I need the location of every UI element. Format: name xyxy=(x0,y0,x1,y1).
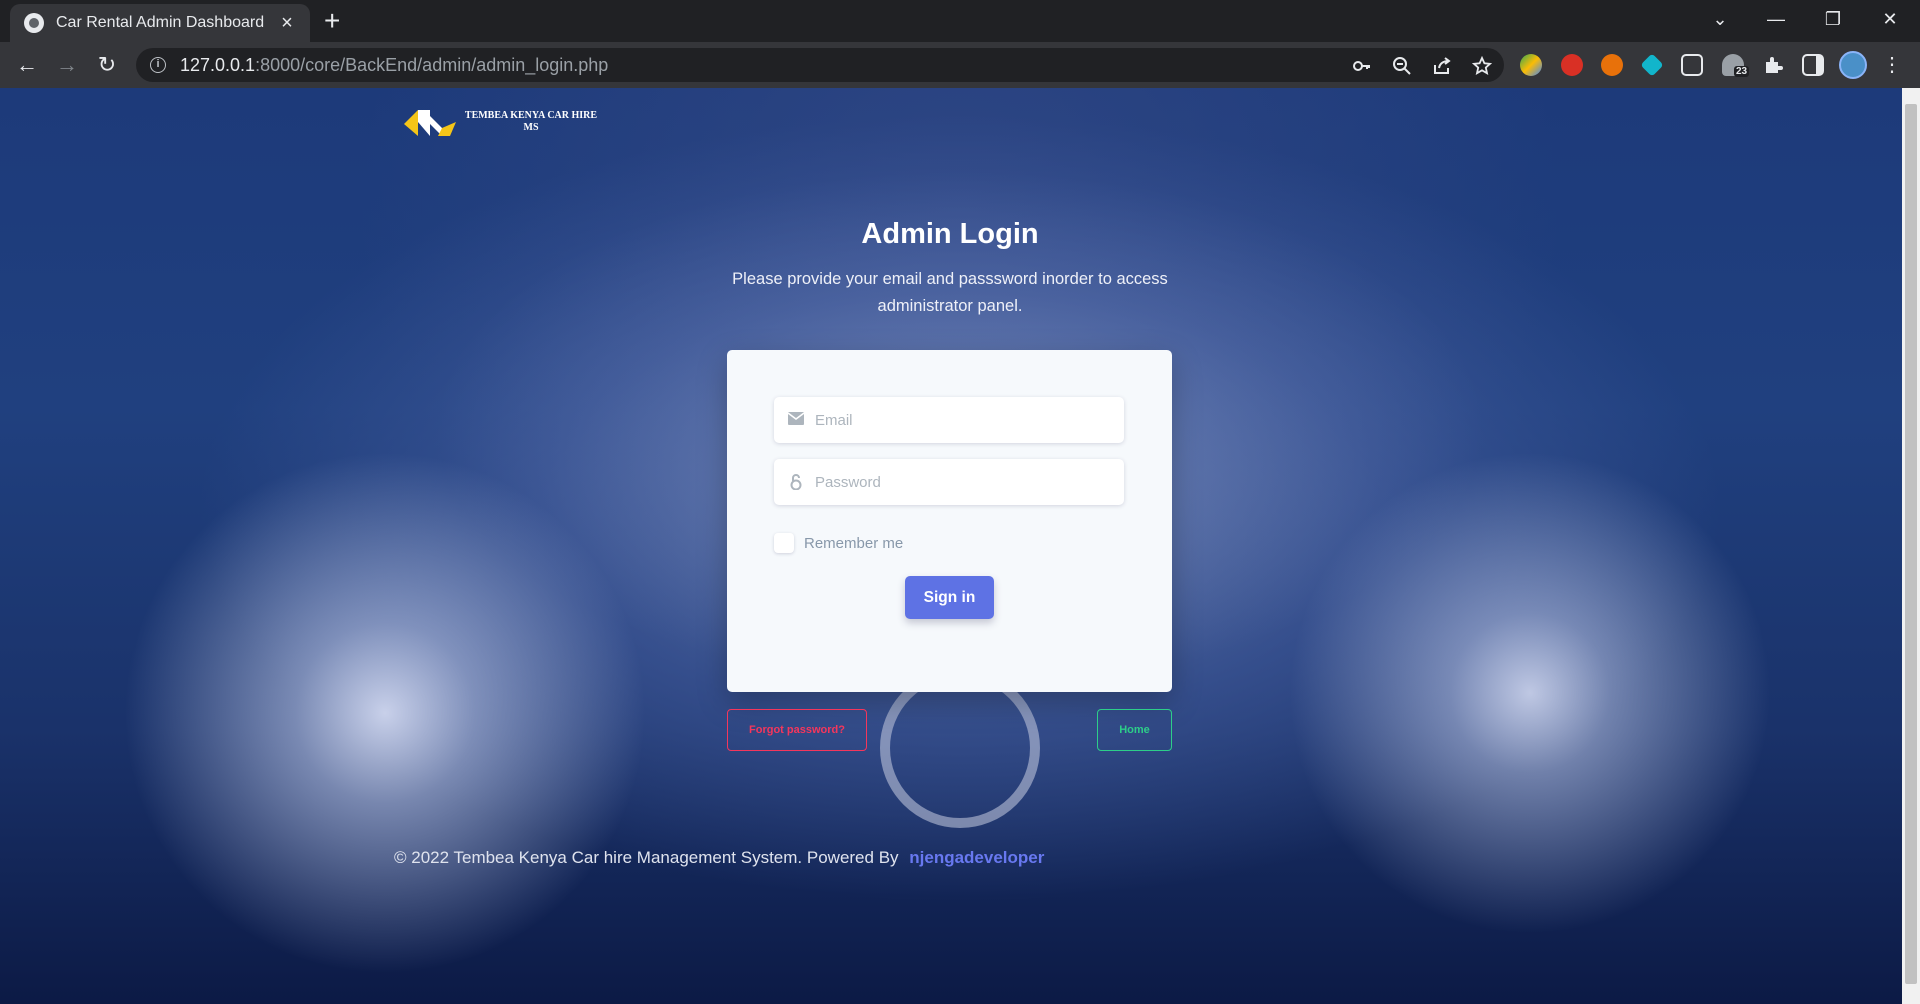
new-tab-button[interactable]: + xyxy=(324,7,340,35)
email-placeholder: Email xyxy=(815,411,853,429)
password-field[interactable]: Password xyxy=(774,459,1124,505)
extension-hand-icon[interactable] xyxy=(1561,54,1583,76)
extension-count-badge: 23 xyxy=(1734,66,1750,77)
extension-cookie-icon[interactable] xyxy=(1601,54,1623,76)
minimize-window-icon[interactable]: — xyxy=(1756,4,1796,34)
login-card: Email Password Remember me Sign in xyxy=(727,350,1172,692)
extensions-puzzle-icon[interactable] xyxy=(1762,54,1784,76)
forgot-password-button[interactable]: Forgot password? xyxy=(727,709,867,751)
logo-text: TEMBEA KENYA CAR HIRE MS xyxy=(464,110,598,133)
car-emblem-decoration xyxy=(880,668,1040,828)
logo-mark-icon xyxy=(404,106,456,136)
extension-shield-icon[interactable]: 23 xyxy=(1722,54,1750,77)
lock-icon xyxy=(787,474,805,491)
side-panel-icon[interactable] xyxy=(1802,54,1824,76)
browser-toolbar: ← → ↻ i 127.0.0.1:8000/core/BackEnd/admi… xyxy=(0,42,1920,88)
copyright-text: © 2022 Tembea Kenya Car hire Management … xyxy=(394,848,899,867)
page-scrollbar[interactable] xyxy=(1902,88,1920,1004)
site-favicon-icon xyxy=(24,13,44,33)
envelope-icon xyxy=(787,412,805,428)
page-subtitle: Please provide your email and passsword … xyxy=(732,270,1168,315)
url-host: 127.0.0.1 xyxy=(180,54,256,75)
browser-tab-bar: Car Rental Admin Dashboard × + ⌄ — ❐ ✕ xyxy=(0,0,1920,42)
developer-link[interactable]: njengadeveloper xyxy=(909,848,1044,867)
profile-avatar[interactable] xyxy=(1839,51,1867,79)
scrollbar-thumb[interactable] xyxy=(1905,104,1917,984)
tab-search-icon[interactable]: ⌄ xyxy=(1700,4,1740,34)
share-icon[interactable] xyxy=(1432,56,1452,76)
home-button[interactable]: Home xyxy=(1097,709,1172,751)
zoom-out-icon[interactable] xyxy=(1392,56,1412,76)
browser-menu-icon[interactable]: ⋮ xyxy=(1880,52,1904,77)
page-title: Admin Login xyxy=(861,218,1039,250)
restore-window-icon[interactable]: ❐ xyxy=(1813,4,1853,34)
tab-title: Car Rental Admin Dashboard xyxy=(56,14,265,31)
password-key-icon[interactable] xyxy=(1352,56,1372,76)
back-arrow-icon[interactable]: ← xyxy=(12,50,42,80)
remember-me-label: Remember me xyxy=(804,534,904,552)
address-bar[interactable]: i 127.0.0.1:8000/core/BackEnd/admin/admi… xyxy=(136,48,1504,82)
sign-in-button[interactable]: Sign in xyxy=(905,576,994,619)
extension-diamond-icon[interactable] xyxy=(1640,53,1664,77)
url-path: :8000/core/BackEnd/admin/admin_login.php xyxy=(255,54,609,75)
forward-arrow-icon[interactable]: → xyxy=(52,50,82,80)
password-placeholder: Password xyxy=(815,473,881,491)
page-viewport: TEMBEA KENYA CAR HIRE MS Admin Login Ple… xyxy=(0,88,1920,1004)
site-info-icon[interactable]: i xyxy=(150,57,166,73)
email-field[interactable]: Email xyxy=(774,397,1124,443)
bookmark-star-icon[interactable] xyxy=(1471,55,1493,76)
extension-window-icon[interactable] xyxy=(1681,54,1703,76)
reload-icon[interactable]: ↻ xyxy=(92,50,122,80)
extension-colorful-icon[interactable] xyxy=(1520,54,1542,76)
close-window-icon[interactable]: ✕ xyxy=(1870,4,1910,34)
tab-close-icon[interactable]: × xyxy=(276,12,298,35)
browser-tab[interactable]: Car Rental Admin Dashboard × xyxy=(10,4,310,42)
remember-me-checkbox[interactable]: Remember me xyxy=(774,533,903,553)
page-footer: © 2022 Tembea Kenya Car hire Management … xyxy=(394,848,1044,868)
site-logo[interactable]: TEMBEA KENYA CAR HIRE MS xyxy=(404,106,602,136)
checkbox-box[interactable] xyxy=(774,533,794,553)
